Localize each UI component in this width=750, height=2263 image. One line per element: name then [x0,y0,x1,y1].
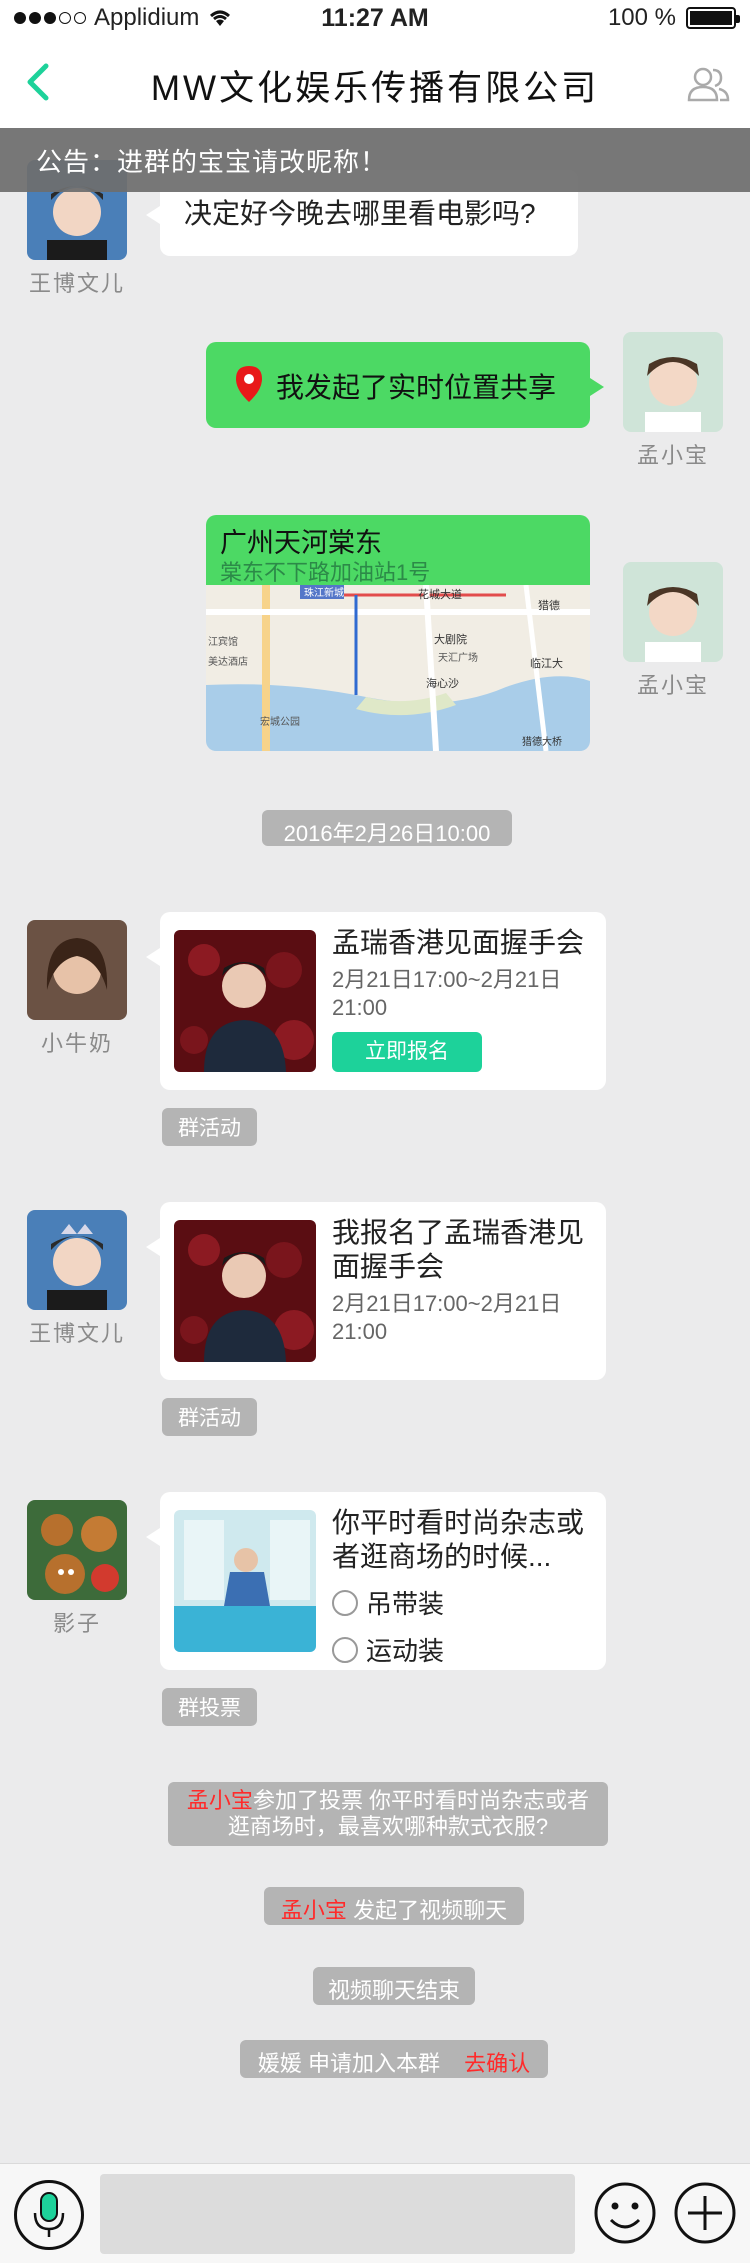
sender-name: 孟小宝 [636,673,709,698]
sender-name: 小牛奶 [40,1031,113,1056]
group-members-icon[interactable] [686,62,730,106]
map-label: 花城大道 [418,587,462,601]
map-label: 江宾馆 [208,635,238,648]
signup-button[interactable]: 立即报名 [332,1032,482,1072]
poll-option-label: 吊带装 [366,1589,445,1619]
group-activity-tag: 群活动 [162,1398,257,1436]
emoji-icon[interactable] [592,2180,658,2246]
activity-title: 孟瑞香港见面握手会 [332,927,585,958]
location-card-header: 广州天河棠东 棠东不下路加油站1号 [206,515,590,585]
group-notice[interactable]: 公告：进群的宝宝请改昵称！ [0,128,750,192]
system-user[interactable]: 孟小宝 [281,1898,347,1923]
system-vote-message: 孟小宝参加了投票 你平时看时尚杂志或者逛商场时，最喜欢哪种款式衣服? [168,1782,608,1846]
poll-option[interactable]: 吊带装 [332,1584,444,1621]
system-join-message: 媛媛 申请加入本群 去确认 [240,2040,548,2078]
system-video-end-message: 视频聊天结束 [313,1967,475,2005]
sender-name: 孟小宝 [636,443,709,468]
activity-thumbnail [174,1220,316,1362]
poll-card[interactable]: 你平时看时尚杂志或者逛商场的时候... 吊带装 运动装 [146,1492,606,1670]
confirm-link[interactable]: 去确认 [464,2051,530,2076]
map-label: 临江大 [530,656,563,670]
microphone-icon [33,2192,65,2237]
group-vote-tag: 群投票 [162,1688,257,1726]
map-label: 猎德 [538,598,560,612]
map-label: 大剧院 [434,632,467,646]
timestamp: 2016年2月26日10:00 [262,810,512,846]
radio-icon [332,1636,358,1663]
avatar[interactable] [27,920,127,1020]
poll-option-label: 运动装 [366,1636,445,1666]
message-text: 我发起了实时位置共享 [276,372,557,403]
system-user[interactable]: 孟小宝 [187,1788,253,1813]
system-text: 发起了视频聊天 [353,1898,508,1923]
location-share-bubble[interactable]: 我发起了实时位置共享 [206,342,604,428]
battery-icon [686,7,740,29]
location-address: 棠东不下路加油站1号 [220,560,431,585]
activity-card[interactable]: 孟瑞香港见面握手会 2月21日17:00~2月21日21:00 立即报名 [146,912,606,1090]
plus-icon[interactable] [672,2180,738,2246]
system-video-start-message: 孟小宝 发起了视频聊天 [264,1887,524,1925]
location-card[interactable]: 广州天河棠东 棠东不下路加油站1号 珠江新城 花城大道 猎德 大剧院 天汇广场 … [206,515,590,751]
group-activity-tag: 群活动 [162,1108,257,1146]
activity-card[interactable]: 我报名了孟瑞香港见面握手会 2月21日17:00~2月21日21:00 [146,1202,606,1380]
page-title: MW文化娱乐传播有限公司 [150,69,600,108]
activity-title: 我报名了孟瑞香港见面握手会 [332,1217,585,1282]
message-input[interactable] [100,2174,575,2254]
system-text: 参加了投票 你平时看时尚杂志或者逛商场时，最喜欢哪种款式衣服? [227,1788,590,1839]
map-label: 猎德大桥 [522,735,562,748]
activity-thumbnail [174,930,316,1072]
location-pin-icon [236,366,262,402]
battery-label: 100 % [607,4,676,31]
poll-options: 吊带装 运动装 [332,1584,444,1668]
map-image: 珠江新城 花城大道 猎德 大剧院 天汇广场 海心沙 临江大 猎德大桥 江宾馆 美… [206,585,590,751]
back-icon[interactable] [20,60,60,104]
status-right: 100 % [607,4,740,32]
activity-time: 2月21日17:00~2月21日21:00 [332,967,562,1020]
poll-thumbnail [174,1510,316,1652]
input-toolbar [0,2163,750,2263]
avatar[interactable] [27,1500,127,1600]
map-label: 宏城公园 [260,715,300,728]
message-text: 决定好今晚去哪里看电影吗? [184,198,536,229]
avatar[interactable] [27,1210,127,1310]
sender-name: 王博文儿 [28,271,125,296]
poll-option[interactable]: 运动装 [332,1631,444,1668]
map-label: 海心沙 [426,676,459,690]
microphone-button[interactable] [14,2180,84,2250]
activity-time: 2月21日17:00~2月21日21:00 [332,1291,562,1344]
avatar[interactable] [623,562,723,662]
nav-bar: MW文化娱乐传播有限公司 [0,40,750,128]
map-label: 天汇广场 [438,651,478,664]
system-text: 媛媛 申请加入本群 [257,2051,440,2076]
map-label: 珠江新城 [304,586,344,599]
status-bar: Applidium 11:27 AM 100 % [0,0,750,40]
map-label: 美达酒店 [208,655,248,668]
poll-title: 你平时看时尚杂志或者逛商场的时候... [332,1507,585,1572]
radio-icon [332,1589,358,1616]
sender-name: 影子 [52,1611,101,1636]
sender-name: 王博文儿 [28,1321,125,1346]
avatar[interactable] [623,332,723,432]
